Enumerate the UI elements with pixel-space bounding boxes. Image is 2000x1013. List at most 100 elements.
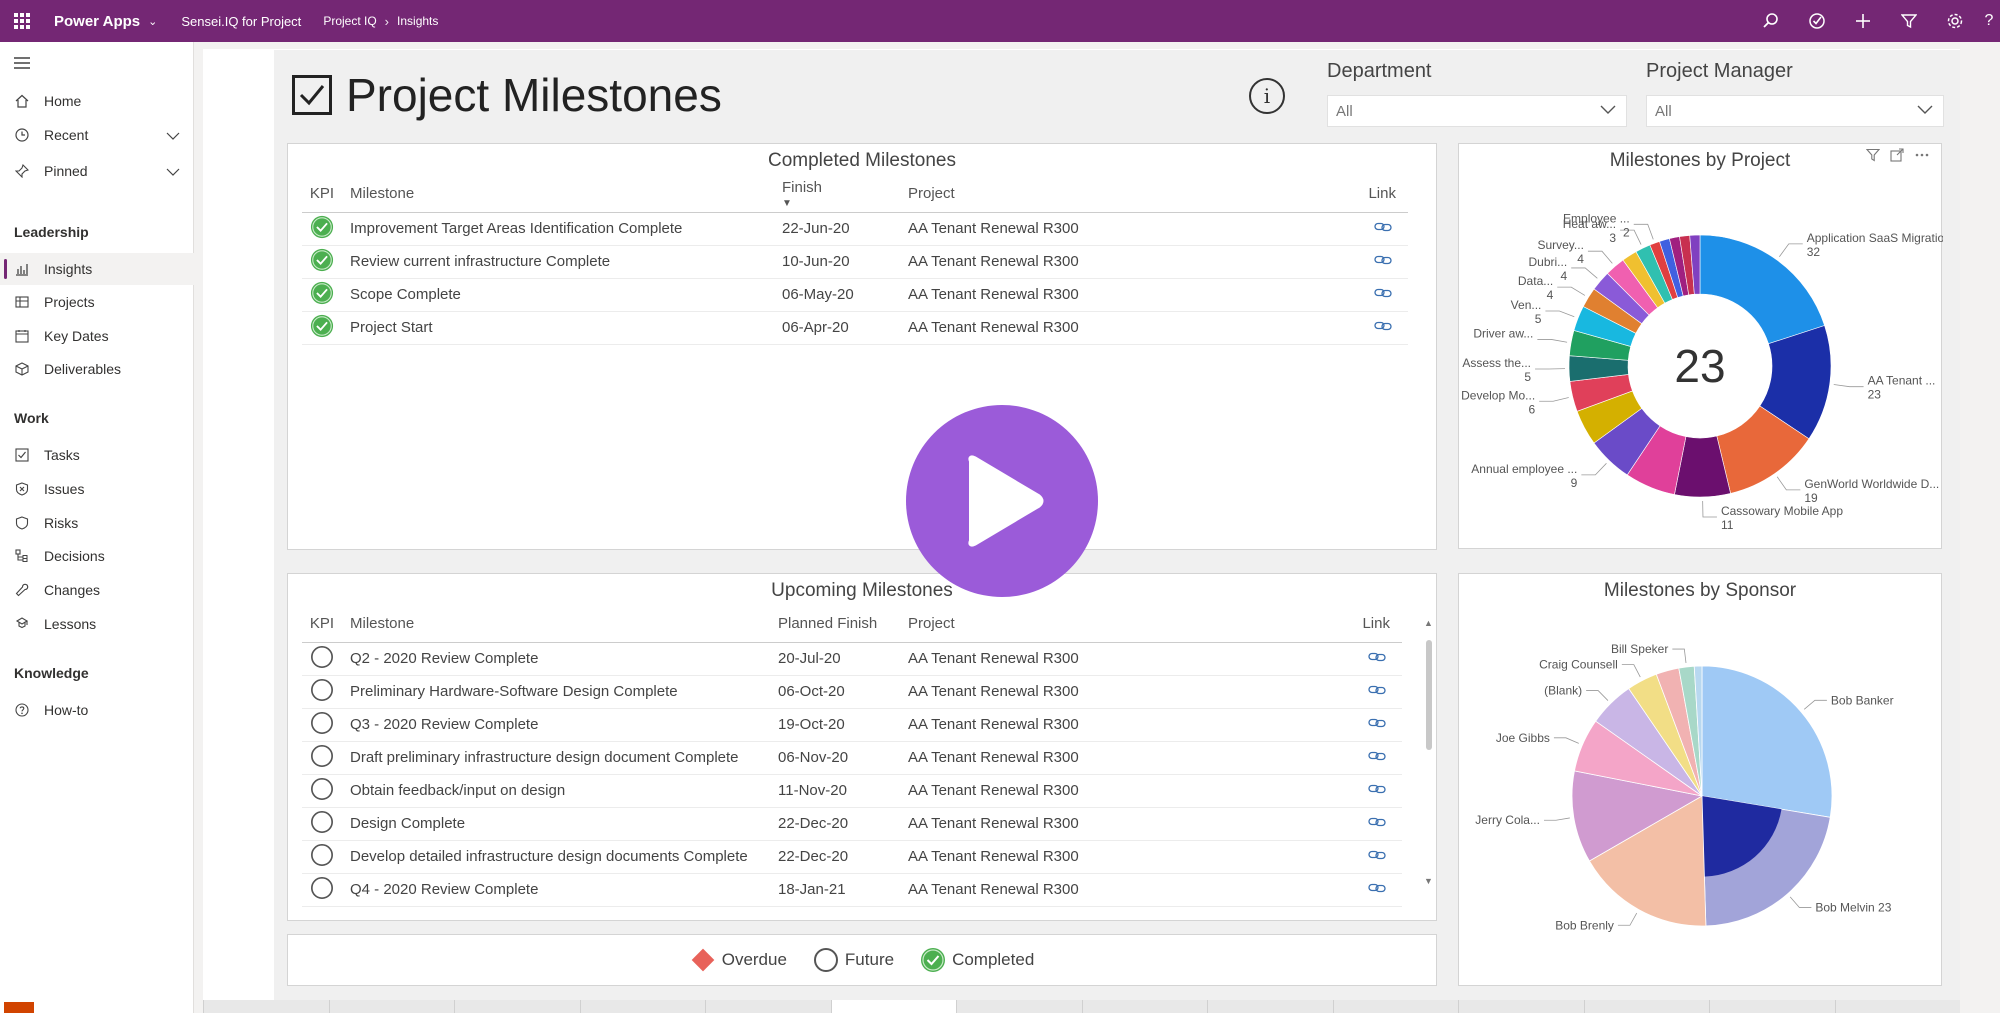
slice-value-label: 5 xyxy=(1524,370,1531,384)
sidebar-item-issues[interactable]: Issues xyxy=(0,473,194,505)
page-tab[interactable] xyxy=(1332,1000,1458,1013)
column-header-milestone[interactable]: Milestone xyxy=(342,606,778,643)
sidebar-item-changes[interactable]: Changes xyxy=(0,574,194,606)
table-row[interactable]: Obtain feedback/input on design 11-Nov-20… xyxy=(302,774,1402,808)
column-header-kpi[interactable]: KPI xyxy=(302,176,342,213)
sidebar-item-insights[interactable]: Insights xyxy=(0,253,194,285)
sidebar-item-risks[interactable]: Risks xyxy=(0,507,194,539)
page-tab[interactable] xyxy=(1207,1000,1333,1013)
link-cell[interactable] xyxy=(1342,807,1402,841)
column-header-milestone[interactable]: Milestone xyxy=(342,176,782,213)
play-icon xyxy=(968,455,1044,547)
table-row[interactable]: Project Start 06-Apr-20 AA Tenant Renewal … xyxy=(302,311,1408,345)
sidebar-item-lessons[interactable]: Lessons xyxy=(0,608,194,640)
sidebar-item-deliverables[interactable]: Deliverables xyxy=(0,353,194,385)
page-tab[interactable] xyxy=(454,1000,580,1013)
chevron-down-icon[interactable] xyxy=(166,163,180,179)
sidebar-item-label: Recent xyxy=(44,127,89,143)
info-icon[interactable]: i xyxy=(1249,78,1285,114)
project-cell: AA Tenant Renewal R300 xyxy=(908,840,1342,874)
link-cell[interactable] xyxy=(1342,642,1402,676)
search-icon[interactable] xyxy=(1748,0,1794,42)
page-tab[interactable] xyxy=(1834,1000,1960,1013)
project-manager-dropdown[interactable]: All xyxy=(1646,95,1944,127)
page-tab[interactable] xyxy=(956,1000,1082,1013)
leader-line xyxy=(1633,223,1654,240)
page-tab[interactable] xyxy=(1583,1000,1709,1013)
page-tab[interactable] xyxy=(328,1000,454,1013)
sidebar-item-pinned[interactable]: Pinned xyxy=(0,155,194,187)
hamburger-menu-icon[interactable] xyxy=(14,56,30,75)
department-dropdown[interactable]: All xyxy=(1327,95,1627,127)
chevron-down-icon[interactable]: ⌄ xyxy=(148,15,157,28)
project-manager-value: All xyxy=(1655,102,1672,120)
breadcrumb-separator-icon: › xyxy=(384,13,390,29)
link-cell[interactable] xyxy=(1342,708,1402,742)
page-tab[interactable] xyxy=(705,1000,831,1013)
column-header-planned-finish[interactable]: Planned Finish xyxy=(778,606,908,643)
scroll-up-icon[interactable]: ▲ xyxy=(1424,618,1433,628)
table-row[interactable]: Scope Complete 06-May-20 AA Tenant Renewal… xyxy=(302,278,1408,312)
link-cell[interactable] xyxy=(1348,278,1408,312)
slice-label: Jerry Cola... xyxy=(1475,813,1540,827)
table-row[interactable]: Preliminary Hardware-Software Design Com… xyxy=(302,675,1402,709)
table-row[interactable]: Develop detailed infrastructure design d… xyxy=(302,840,1402,874)
link-cell[interactable] xyxy=(1342,873,1402,907)
page-tab[interactable] xyxy=(1458,1000,1584,1013)
help-icon[interactable]: ? xyxy=(1978,0,2000,42)
page-tab[interactable] xyxy=(203,1000,329,1013)
page-tab-active[interactable] xyxy=(830,1000,956,1013)
app-launcher-icon[interactable] xyxy=(0,0,44,42)
table-row[interactable]: Draft preliminary infrastructure design … xyxy=(302,741,1402,775)
table-row[interactable]: Q3 - 2020 Review Complete 19-Oct-20 AA Ten… xyxy=(302,708,1402,742)
table-row[interactable]: Design Complete 22-Dec-20 AA Tenant Renewa… xyxy=(302,807,1402,841)
settings-icon[interactable] xyxy=(1932,0,1978,42)
table-row[interactable]: Q2 - 2020 Review Complete 20-Jul-20 AA Ten… xyxy=(302,642,1402,676)
calendar-icon xyxy=(14,329,30,343)
column-header-kpi[interactable]: KPI xyxy=(302,606,342,643)
chevron-down-icon[interactable] xyxy=(166,127,180,143)
scroll-down-icon[interactable]: ▼ xyxy=(1424,876,1433,886)
sidebar-item-tasks[interactable]: Tasks xyxy=(0,439,194,471)
page-tab[interactable] xyxy=(1081,1000,1207,1013)
chart-icon xyxy=(14,262,30,276)
pie-slice[interactable] xyxy=(1701,665,1833,818)
link-cell[interactable] xyxy=(1342,675,1402,709)
column-header-project[interactable]: Project xyxy=(908,176,1348,213)
link-cell[interactable] xyxy=(1348,212,1408,246)
sidebar-item-home[interactable]: Home xyxy=(0,85,194,117)
app-name[interactable]: Power Apps xyxy=(54,13,140,30)
sidebar-item-decisions[interactable]: Decisions xyxy=(0,540,194,572)
link-cell[interactable] xyxy=(1342,741,1402,775)
column-header-link[interactable]: Link xyxy=(1348,176,1408,213)
environment-name[interactable]: Sensei.IQ for Project xyxy=(181,14,301,29)
link-cell[interactable] xyxy=(1342,774,1402,808)
visual-filter-icon[interactable] xyxy=(1865,148,1881,167)
breadcrumb-project-iq[interactable]: Project IQ xyxy=(323,14,376,28)
column-header-link[interactable]: Link xyxy=(1342,606,1402,643)
video-play-button[interactable] xyxy=(906,405,1098,597)
page-title-text: Project Milestones xyxy=(346,69,722,121)
scrollbar-thumb[interactable] xyxy=(1426,640,1432,750)
link-cell[interactable] xyxy=(1342,840,1402,874)
table-row[interactable]: Review current infrastructure Complete 10… xyxy=(302,245,1408,279)
column-header-finish[interactable]: Finish ▼ xyxy=(782,176,908,213)
table-row[interactable]: Improvement Target Areas Identification … xyxy=(302,212,1408,246)
focus-mode-icon[interactable] xyxy=(1890,148,1904,167)
page-tab[interactable] xyxy=(579,1000,705,1013)
filter-icon[interactable] xyxy=(1886,0,1932,42)
table-row[interactable]: Q4 - 2020 Review Complete 18-Jan-21 AA Ten… xyxy=(302,873,1402,907)
sidebar-item-key-dates[interactable]: Key Dates xyxy=(0,320,194,352)
sidebar-item-how-to[interactable]: How-to xyxy=(0,694,194,726)
add-icon[interactable] xyxy=(1840,0,1886,42)
page-tab[interactable] xyxy=(1709,1000,1835,1013)
sidebar-item-recent[interactable]: Recent xyxy=(0,119,194,151)
sidebar-item-projects[interactable]: Projects xyxy=(0,286,194,318)
breadcrumb-insights[interactable]: Insights xyxy=(397,14,438,28)
link-cell[interactable] xyxy=(1348,245,1408,279)
table-scrollbar[interactable]: ▲ ▼ xyxy=(1424,618,1434,886)
task-assist-icon[interactable] xyxy=(1794,0,1840,42)
column-header-project[interactable]: Project xyxy=(908,606,1342,643)
link-cell[interactable] xyxy=(1348,311,1408,345)
more-options-icon[interactable] xyxy=(1914,148,1930,167)
